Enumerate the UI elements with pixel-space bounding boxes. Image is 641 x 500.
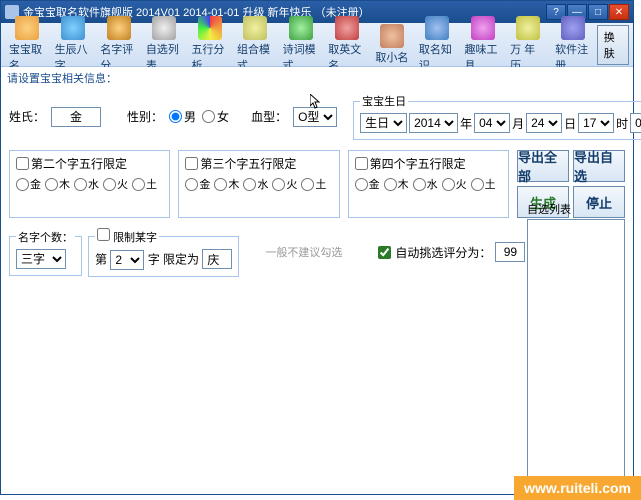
namecount-fieldset: 名字个数： 三字 [9,229,82,276]
birthday-month-select[interactable]: 04 [474,113,510,133]
export-selected-button[interactable]: 导出自选 [573,150,625,182]
tool-wannianli[interactable]: 万 年 历 [506,14,550,75]
limit4-jin[interactable]: 金 [355,176,380,192]
tool-ruanjianzhuc[interactable]: 软件注册 [551,14,596,75]
limit2-box: 第二个字五行限定 金 木 水 火 土 [9,150,170,218]
tool-shicimoshi[interactable]: 诗词模式 [279,14,324,75]
tool-zuhemoshi[interactable]: 组合模式 [233,14,278,75]
gender-male-radio[interactable]: 男 [169,108,196,125]
export-all-button[interactable]: 导出全部 [517,150,569,182]
birthday-legend: 宝宝生日 [360,93,408,109]
tool-zixuanliebiao[interactable]: 自选列表 [142,14,187,75]
limit4-tu[interactable]: 土 [471,176,496,192]
birthday-year-select[interactable]: 2014 [409,113,458,133]
nickname-icon [380,24,404,48]
calendar-icon [516,16,540,40]
fun-icon [471,16,495,40]
limit3-checkbox[interactable] [185,157,198,170]
limit2-tu[interactable]: 土 [132,176,157,192]
surname-input[interactable] [51,107,101,127]
limit4-checkbox[interactable] [355,157,368,170]
hint-text: 一般不建议勾选 [265,244,342,260]
birthday-type-select[interactable]: 生日 [360,113,407,133]
limit3-huo[interactable]: 火 [272,176,297,192]
limit3-jin[interactable]: 金 [185,176,210,192]
tool-quweigongju[interactable]: 趣味工具 [460,14,505,75]
surname-label: 姓氏： [9,108,45,125]
gender-label: 性别： [127,108,163,125]
selected-list[interactable] [527,219,625,497]
limit2-huo[interactable]: 火 [103,176,128,192]
birthday-hour-select[interactable]: 17 [578,113,614,133]
limit3-mu[interactable]: 木 [214,176,239,192]
tool-wuxingfenxi[interactable]: 五行分析 [187,14,232,75]
limit4-box: 第四个字五行限定 金 木 水 火 土 [348,150,509,218]
limitchar-pos-select[interactable]: 2 [110,250,144,270]
limitchar-fieldset: 限制某字 第 2 字 限定为 [88,228,239,277]
limit4-shui[interactable]: 水 [413,176,438,192]
limit2-mu[interactable]: 木 [45,176,70,192]
list-icon [152,16,176,40]
limitchar-checkbox[interactable] [97,228,110,241]
tool-quxiaoming[interactable]: 取小名 [370,22,414,67]
limit2-checkbox[interactable] [16,157,29,170]
close-button[interactable]: ✕ [609,4,629,20]
wuxing-icon [198,16,222,40]
birthday-fieldset: 宝宝生日 生日 2014 年 04 月 24 日 17 时 06 分 [353,93,641,140]
english-icon [335,16,359,40]
birthday-min-select[interactable]: 06 [630,113,641,133]
selected-list-label: 自选列表 [527,201,625,217]
limitchar-input[interactable] [202,249,232,269]
register-icon [561,16,585,40]
blood-label: 血型： [251,108,287,125]
limit2-jin[interactable]: 金 [16,176,41,192]
info-label: 请设置宝宝相关信息： [1,67,633,89]
autofilter-checkbox[interactable] [378,246,391,259]
limit3-box: 第三个字五行限定 金 木 水 火 土 [178,150,339,218]
poem-icon [289,16,313,40]
autofilter-score-input[interactable] [495,242,525,262]
tool-baobaoquming[interactable]: 宝宝取名 [5,14,50,75]
limit4-huo[interactable]: 火 [442,176,467,192]
blood-select[interactable]: O型 [293,107,337,127]
birthday-day-select[interactable]: 24 [526,113,562,133]
limit4-mu[interactable]: 木 [384,176,409,192]
combo-icon [243,16,267,40]
limit3-tu[interactable]: 土 [301,176,326,192]
limit3-shui[interactable]: 水 [243,176,268,192]
bazi-icon [61,16,85,40]
gender-female-radio[interactable]: 女 [202,108,229,125]
baby-icon [15,16,39,40]
autofilter-label: 自动挑选评分为： [395,244,491,261]
tool-shengchenbazi[interactable]: 生辰八字 [51,14,96,75]
knowledge-icon [425,16,449,40]
score-icon [107,16,131,40]
watermark: www.ruiteli.com [514,476,641,500]
toolbar: 宝宝取名 生辰八字 名字评分 自选列表 五行分析 组合模式 诗词模式 取英文名 … [1,23,633,67]
tool-mingzipingfen[interactable]: 名字评分 [96,14,141,75]
limit2-shui[interactable]: 水 [74,176,99,192]
tool-quyingwenming[interactable]: 取英文名 [324,14,369,75]
tool-qumingzhishi[interactable]: 取名知识 [415,14,460,75]
namecount-select[interactable]: 三字 [16,249,66,269]
skin-button[interactable]: 换肤 [597,25,629,65]
selected-list-panel: 自选列表 [527,201,625,497]
